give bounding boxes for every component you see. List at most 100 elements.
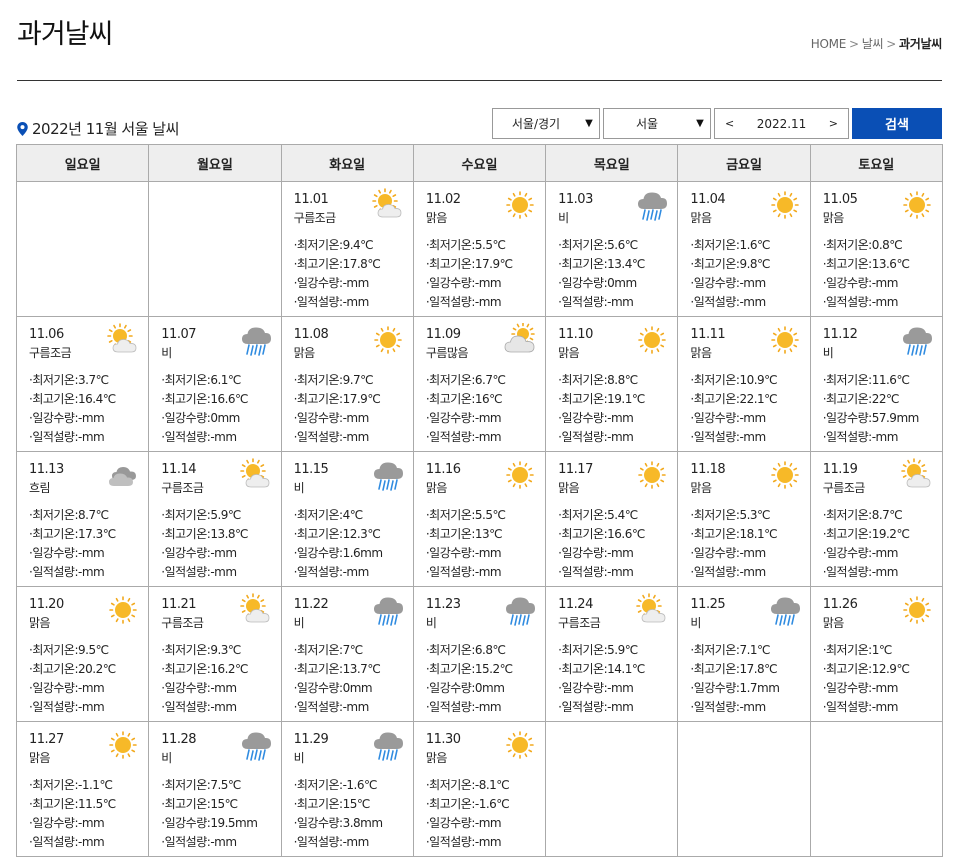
partly-cloudy-icon: [371, 188, 405, 222]
snowfall-value: -mm: [474, 295, 502, 309]
breadcrumb-current: 과거날씨: [899, 37, 942, 51]
snowfall-label: ·일적설량:: [425, 565, 476, 579]
rainfall-label: ·일강수량:: [822, 546, 873, 560]
rainfall: ·일강수량:-mm: [426, 544, 537, 563]
snowfall: ·일적설량:-mm: [294, 833, 405, 852]
max-temp: ·최고기온:13.7℃: [294, 660, 405, 679]
weekday-header: 화요일: [280, 144, 414, 182]
snowfall: ·일적설량:-mm: [558, 428, 669, 447]
min-temp-value: 8.7℃: [78, 508, 109, 522]
prev-month-button[interactable]: <: [725, 117, 734, 130]
max-temp-label: ·최고기온:: [425, 662, 476, 676]
snowfall-label: ·일적설량:: [822, 565, 873, 579]
breadcrumb-home[interactable]: HOME: [811, 37, 847, 51]
sun-icon: [635, 458, 669, 492]
rainfall-label: ·일강수량:: [425, 411, 476, 425]
snowfall-label: ·일적설량:: [161, 700, 211, 714]
sun-icon: [768, 458, 802, 492]
title-divider: [17, 80, 942, 81]
rainfall-value: -mm: [474, 816, 502, 830]
snowfall-value: -mm: [607, 565, 634, 579]
rainfall-label: ·일강수량:: [29, 411, 79, 425]
rainfall-label: ·일강수량:: [293, 276, 344, 290]
day-content: 11.15 비 ·최저기온:4℃ ·최고기온:12.3℃ ·일강수량:1.6mm…: [294, 460, 405, 582]
rainfall-label: ·일강수량:: [558, 411, 608, 425]
snowfall-value: -mm: [78, 700, 105, 714]
max-temp: ·최고기온:11.5℃: [29, 795, 140, 814]
snowfall: ·일적설량:-mm: [161, 698, 272, 717]
min-temp-value: 10.9℃: [739, 373, 778, 387]
snowfall-label: ·일적설량:: [29, 700, 79, 714]
min-temp: ·최저기온:5.9℃: [161, 506, 272, 525]
max-temp-value: 17.3℃: [78, 527, 116, 541]
snowfall-label: ·일적설량:: [822, 295, 873, 309]
min-temp-label: ·최저기온:: [822, 643, 873, 657]
snowfall-value: -mm: [342, 835, 370, 849]
max-temp: ·최고기온:20.2℃: [29, 660, 140, 679]
rainfall-value: -mm: [607, 411, 634, 425]
snowfall-value: -mm: [871, 565, 899, 579]
day-content: 11.26 맑음 ·최저기온:1℃ ·최고기온:12.9℃ ·일강수량:-mm …: [823, 595, 934, 717]
rain-icon: [371, 728, 405, 762]
snowfall-label: ·일적설량:: [161, 835, 211, 849]
max-temp-value: 22℃: [871, 392, 900, 406]
max-temp: ·최고기온:22.1℃: [690, 390, 801, 409]
rainfall-value: -mm: [342, 276, 370, 290]
max-temp-label: ·최고기온:: [293, 257, 344, 271]
snowfall-value: -mm: [210, 700, 237, 714]
max-temp: ·최고기온:16℃: [426, 390, 537, 409]
breadcrumb-separator: >: [849, 37, 859, 51]
sun-icon: [503, 188, 537, 222]
min-temp: ·최저기온:5.6℃: [558, 236, 669, 255]
rain-icon: [635, 188, 669, 222]
min-temp-label: ·최저기온:: [161, 778, 211, 792]
max-temp-value: 16℃: [474, 392, 503, 406]
empty-day-cell: [15, 181, 150, 317]
rain-icon: [239, 728, 273, 762]
snowfall: ·일적설량:-mm: [161, 833, 272, 852]
day-cell: 11.03 비 ·최저기온:5.6℃ ·최고기온:13.4℃ ·일강수량:0mm…: [545, 181, 679, 317]
max-temp: ·최고기온:9.8℃: [690, 255, 801, 274]
snowfall-label: ·일적설량:: [29, 565, 79, 579]
rainfall: ·일강수량:-mm: [29, 409, 140, 428]
max-temp-label: ·최고기온:: [29, 662, 79, 676]
min-temp-label: ·최저기온:: [293, 373, 344, 387]
weekday-header: 일요일: [15, 144, 150, 182]
snowfall-label: ·일적설량:: [558, 430, 608, 444]
day-cell: 11.20 맑음 ·최저기온:9.5℃ ·최고기온:20.2℃ ·일강수량:-m…: [15, 586, 150, 722]
day-content: 11.12 비 ·최저기온:11.6℃ ·최고기온:22℃ ·일강수량:57.9…: [823, 325, 934, 447]
region-select[interactable]: 서울/경기 ▼: [492, 108, 600, 139]
rainfall-label: ·일강수량:: [822, 276, 873, 290]
min-temp-value: 8.7℃: [871, 508, 903, 522]
snowfall: ·일적설량:-mm: [294, 698, 405, 717]
min-temp-label: ·최저기온:: [29, 508, 79, 522]
min-temp: ·최저기온:7.5℃: [161, 776, 272, 795]
rainfall-value: -mm: [78, 411, 105, 425]
rainfall: ·일강수량:-mm: [426, 274, 537, 293]
min-temp-value: 7.5℃: [210, 778, 241, 792]
weekday-header-row: 일요일 월요일 화요일 수요일 목요일 금요일 토요일: [15, 144, 944, 182]
min-temp-label: ·최저기온:: [822, 373, 873, 387]
snowfall-value: -mm: [342, 295, 370, 309]
region-select-value: 서울/경기: [511, 117, 561, 131]
rainfall: ·일강수량:3.8mm: [294, 814, 405, 833]
search-button[interactable]: 검색: [852, 108, 942, 139]
next-month-button[interactable]: >: [829, 117, 838, 130]
city-select[interactable]: 서울 ▼: [603, 108, 711, 139]
rainfall-value: -mm: [871, 546, 899, 560]
snowfall: ·일적설량:-mm: [161, 428, 272, 447]
min-temp: ·최저기온:8.7℃: [29, 506, 140, 525]
max-temp: ·최고기온:13.8℃: [161, 525, 272, 544]
min-temp-value: 1.6℃: [739, 238, 770, 252]
min-temp-value: 6.8℃: [474, 643, 506, 657]
day-cell: 11.27 맑음 ·최저기온:-1.1℃ ·최고기온:11.5℃ ·일강수량:-…: [15, 721, 150, 857]
week-row: 11.01 구름조금 ·최저기온:9.4℃ ·최고기온:17.8℃ ·일강수량:…: [15, 181, 944, 317]
min-temp-value: 7.1℃: [739, 643, 770, 657]
sun-icon: [635, 323, 669, 357]
day-content: 11.20 맑음 ·최저기온:9.5℃ ·최고기온:20.2℃ ·일강수량:-m…: [29, 595, 140, 717]
max-temp-label: ·최고기온:: [425, 257, 476, 271]
breadcrumb-weather[interactable]: 날씨: [862, 37, 884, 51]
min-temp-label: ·최저기온:: [425, 373, 476, 387]
min-temp-label: ·최저기온:: [293, 778, 344, 792]
max-temp-value: 17.8℃: [342, 257, 381, 271]
